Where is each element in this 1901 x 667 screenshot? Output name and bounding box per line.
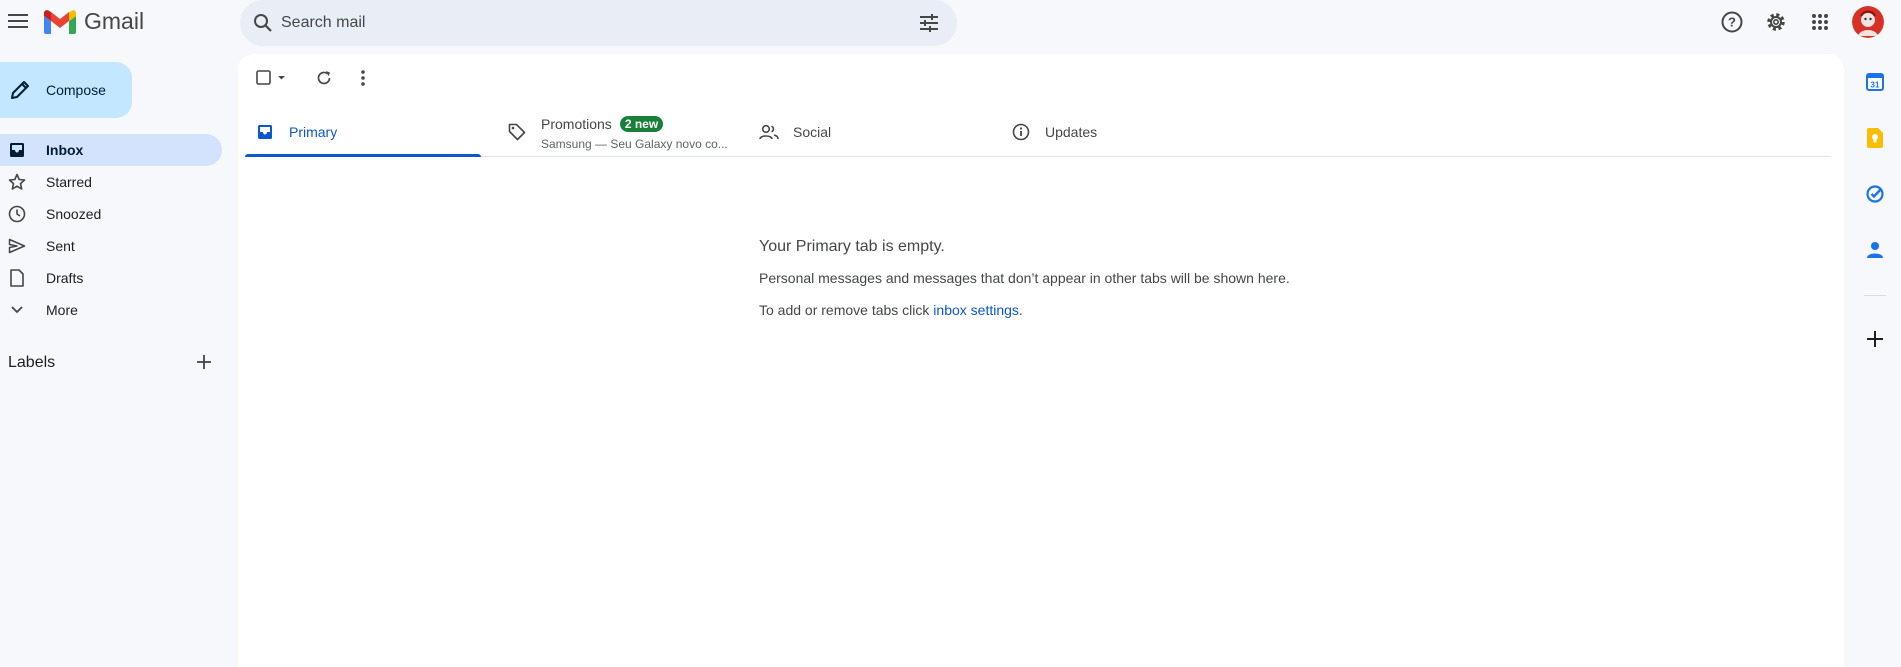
select-all-checkbox[interactable] (256, 67, 290, 89)
tag-icon (507, 122, 527, 142)
sidebar-nav: Inbox Starred Snoozed Sent Drafts More (0, 134, 222, 326)
message-list-panel: Primary Promotions 2 new Samsung — Seu G… (238, 54, 1844, 667)
star-icon (8, 173, 26, 191)
sidebar-item-inbox[interactable]: Inbox (0, 134, 222, 166)
pencil-icon (8, 78, 32, 102)
search-bar (240, 0, 957, 46)
calendar-icon[interactable]: 31 (1864, 71, 1886, 93)
empty-state-hint-text: To add or remove tabs click (759, 302, 934, 318)
tasks-icon[interactable] (1864, 183, 1886, 205)
search-options-icon[interactable] (917, 11, 941, 35)
svg-text:?: ? (1728, 15, 1736, 30)
inbox-icon (8, 141, 26, 159)
settings-gear-icon[interactable] (1764, 10, 1788, 34)
tab-label: Primary (289, 124, 338, 140)
gmail-logo[interactable]: Gmail (44, 8, 144, 35)
get-add-ons-icon[interactable] (1864, 328, 1886, 350)
tab-label-group: Promotions 2 new (541, 116, 664, 132)
sidebar-item-starred[interactable]: Starred (0, 166, 222, 198)
main-menu-icon[interactable] (6, 9, 30, 33)
search-icon[interactable] (250, 10, 276, 36)
refresh-icon[interactable] (313, 67, 335, 89)
empty-state-hint: To add or remove tabs click inbox settin… (759, 302, 1290, 318)
active-tab-indicator (245, 154, 481, 157)
search-input[interactable] (281, 8, 881, 38)
chevron-down-icon (8, 301, 26, 319)
inbox-settings-link[interactable]: inbox settings (933, 302, 1019, 318)
send-icon (8, 237, 26, 255)
sidebar-item-label: Drafts (46, 270, 84, 286)
top-bar: Gmail ? (0, 0, 1901, 46)
info-icon (1011, 122, 1031, 142)
tab-label: Social (793, 124, 832, 140)
tab-primary[interactable]: Primary (245, 108, 481, 157)
keep-notes-icon[interactable] (1864, 127, 1886, 149)
side-panel-divider (1864, 295, 1886, 296)
tab-label: Promotions (541, 116, 612, 132)
tab-promotions[interactable]: Promotions 2 new Samsung — Seu Galaxy no… (497, 108, 733, 156)
tab-social[interactable]: Social (749, 108, 985, 156)
sidebar-item-label: More (46, 302, 78, 318)
more-vertical-icon[interactable] (352, 67, 374, 89)
compose-label: Compose (46, 82, 106, 98)
contacts-icon[interactable] (1864, 239, 1886, 261)
empty-state-title: Your Primary tab is empty. (759, 238, 945, 255)
people-icon (759, 122, 779, 142)
sidebar-item-more[interactable]: More (0, 294, 222, 326)
tab-updates[interactable]: Updates (1001, 108, 1237, 156)
add-label-icon[interactable] (194, 352, 214, 372)
sidebar-item-label: Sent (46, 238, 75, 254)
svg-text:31: 31 (1871, 81, 1880, 90)
sidebar-item-label: Inbox (46, 142, 84, 158)
category-tabs: Primary Promotions 2 new Samsung — Seu G… (245, 108, 1831, 157)
empty-state-description: Personal messages and messages that don’… (759, 270, 1290, 286)
apps-grid-icon[interactable] (1808, 10, 1832, 34)
list-toolbar (238, 54, 1844, 102)
inbox-icon (255, 122, 275, 142)
draft-icon (8, 269, 26, 287)
tab-label: Updates (1045, 124, 1098, 140)
tab-snippet: Samsung — Seu Galaxy novo co... (541, 137, 728, 151)
labels-heading: Labels (8, 354, 56, 371)
app-name: Gmail (84, 8, 145, 34)
sidebar-item-snoozed[interactable]: Snoozed (0, 198, 222, 230)
side-panel: 31 (1858, 0, 1901, 667)
help-icon[interactable]: ? (1720, 10, 1744, 34)
sidebar-item-drafts[interactable]: Drafts (0, 262, 222, 294)
gmail-logo-icon (44, 9, 76, 34)
clock-icon (8, 205, 26, 223)
compose-button[interactable]: Compose (0, 62, 132, 118)
sidebar-item-label: Starred (46, 174, 92, 190)
empty-state-hint-end: . (1018, 302, 1023, 318)
empty-state: Your Primary tab is empty. Personal mess… (759, 238, 1290, 318)
new-count-badge: 2 new (619, 116, 664, 132)
sidebar-item-label: Snoozed (46, 206, 102, 222)
sidebar-item-sent[interactable]: Sent (0, 230, 222, 262)
